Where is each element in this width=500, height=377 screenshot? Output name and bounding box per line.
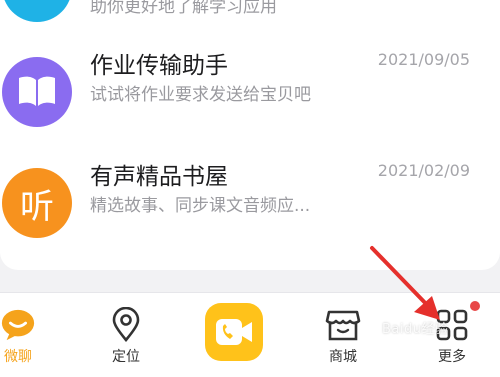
list-item-subtitle: 精选故事、同步课文音频应... [90,196,311,216]
location-pin-icon [108,307,144,343]
list-item[interactable]: 听 有声精品书屋 精选故事、同步课文音频应... 2021/02/09 [0,161,500,268]
video-call-icon [216,319,252,345]
shop-icon [325,307,361,343]
notification-badge-dot [470,301,480,311]
list-item-title: 作业传输助手 [90,53,228,79]
check-icon [2,0,72,22]
book-icon [2,57,72,127]
list-item-subtitle: 试试将作业要求发送给宝贝吧 [90,85,311,105]
nav-label: 商城 [329,349,357,365]
list-item-subtitle: 助你更好地了解学习应用 [90,0,277,17]
chat-bubble-icon [0,307,36,343]
nav-item-shop[interactable]: 商城 [303,293,383,377]
list-item[interactable]: 作业传输助手 试试将作业要求发送给宝贝吧 2021/09/05 [0,50,500,157]
nav-label: 微聊 [4,349,32,365]
watermark: Baidu经验 [382,322,449,337]
nav-label: 定位 [112,349,140,365]
conversation-list: 助你更好地了解学习应用 作业传输助手 试试将作业要求发送给宝贝吧 2021/09… [0,0,500,270]
list-item-title: 有声精品书屋 [90,164,228,190]
nav-label: 更多 [438,349,466,365]
nav-item-chat[interactable]: 微聊 [0,293,58,377]
nav-item-location[interactable]: 定位 [86,293,166,377]
listen-icon: 听 [2,168,72,238]
list-item-date: 2021/09/05 [377,50,470,69]
video-call-button[interactable] [205,303,263,361]
list-item-date: 2021/02/09 [377,161,470,180]
